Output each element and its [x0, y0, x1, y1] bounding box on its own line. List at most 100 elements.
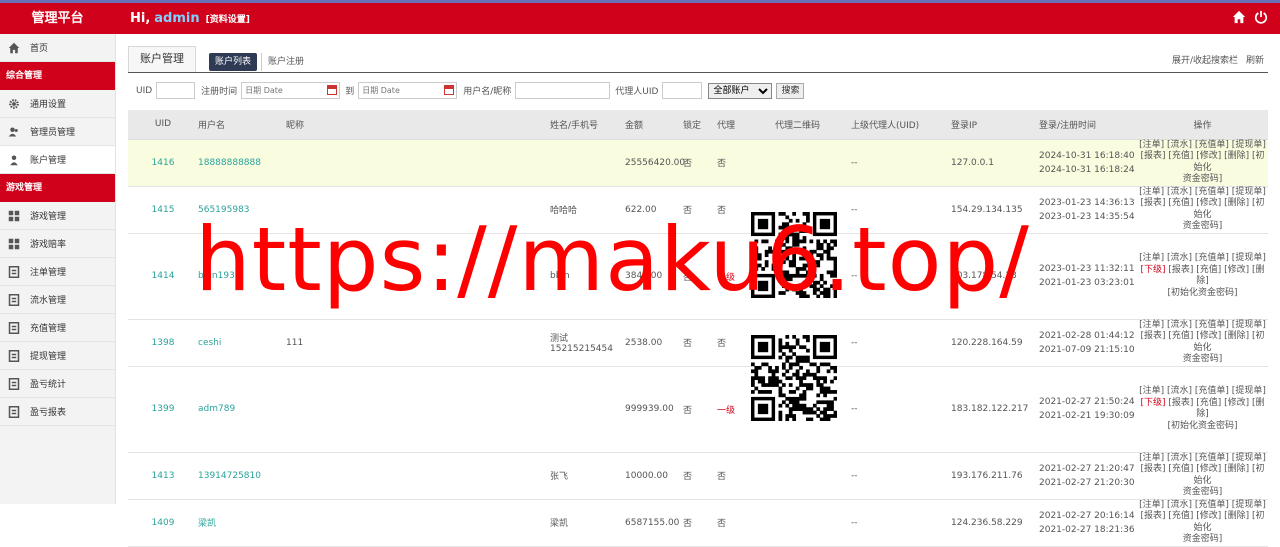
table-row: 1398 ceshi 111 测试 15215215454 2538.00 否否 -- 120.…	[128, 319, 1268, 367]
cell-name-phone: 梁凯	[550, 499, 625, 547]
tab-account-register[interactable]: 账户注册	[261, 53, 310, 71]
search-button[interactable]: 搜索	[776, 82, 805, 99]
col-uid: UID	[128, 110, 198, 140]
agent-uid-input[interactable]	[662, 82, 703, 99]
cell-actions[interactable]: [注单] [流水] [充值单] [提现单] [下级] [报表] [充值] [修改]…	[1137, 233, 1268, 320]
uid-input[interactable]	[156, 82, 196, 99]
power-icon[interactable]	[1254, 10, 1268, 24]
calendar-icon[interactable]	[444, 85, 455, 95]
register-time: 2024-10-31 16:18:24	[1039, 164, 1135, 175]
sidebar-section-games: 游戏管理	[0, 174, 115, 202]
subordinate-link[interactable]: [下级]	[1140, 398, 1165, 408]
name-input[interactable]	[515, 82, 611, 99]
date-to-input[interactable]	[358, 82, 458, 99]
refresh-link[interactable]: 刷新	[1246, 53, 1264, 66]
account-type-select[interactable]: 全部账户	[708, 82, 773, 99]
cell-actions[interactable]: [注单] [流水] [充值单] [提现单] [报表] [充值] [修改] [删除]…	[1137, 499, 1268, 547]
calendar-icon[interactable]	[327, 85, 338, 95]
sidebar-item-odds[interactable]: 游戏赔率	[0, 230, 115, 258]
actions-line3[interactable]: 资金密码]	[1137, 221, 1268, 233]
cell-amount: 999939.00	[625, 366, 683, 453]
actions-line1[interactable]: [注单] [流水] [充值单] [提现单]	[1137, 140, 1268, 152]
cell-actions[interactable]: [注单] [流水] [充值单] [提现单] [报表] [充值] [修改] [删除]…	[1137, 139, 1268, 187]
actions-line2[interactable]: [报表] [充值] [修改] [删除] [初始化	[1137, 151, 1268, 174]
list-icon	[8, 349, 20, 362]
actions-line1[interactable]: [注单] [流水] [充值单] [提现单]	[1137, 187, 1268, 199]
actions-line2-text[interactable]: [报表] [充值] [修改] [删除] [初始化	[1140, 151, 1264, 173]
cell-username[interactable]: 梁凯	[198, 499, 286, 547]
tab-bar: 账户管理 账户列表 账户注册 展开/收起搜索栏 刷新	[128, 46, 1268, 73]
top-header: 管理平台 Hi, admin [资料设置]	[0, 3, 1280, 34]
cell-username[interactable]: ceshi	[198, 319, 286, 367]
toggle-search-link[interactable]: 展开/收起搜索栏	[1172, 53, 1238, 66]
table-header-row: UID 用户名 昵称 姓名/手机号 金额 锁定 代理 代理二维码 上级代理人(U…	[128, 110, 1268, 140]
sidebar-item-label: 管理员管理	[30, 128, 76, 138]
cell-username[interactable]: 18888888888	[198, 139, 286, 187]
sidebar-item-bets[interactable]: 注单管理	[0, 258, 115, 286]
sidebar-item-withdraw[interactable]: 提现管理	[0, 342, 115, 370]
actions-line1[interactable]: [注单] [流水] [充值单] [提现单]	[1137, 453, 1268, 465]
actions-line1[interactable]: [注单] [流水] [充值单] [提现单]	[1137, 500, 1268, 512]
actions-line3[interactable]: 资金密码]	[1137, 534, 1268, 546]
actions-line2-text[interactable]: [报表] [充值] [修改] [删除] [初始化	[1140, 464, 1264, 486]
actions-line1[interactable]: [注单] [流水] [充值单] [提现单]	[1137, 253, 1268, 265]
sidebar-item-home[interactable]: 首页	[0, 34, 115, 62]
cell-actions[interactable]: [注单] [流水] [充值单] [提现单] [报表] [充值] [修改] [删除]…	[1137, 186, 1268, 234]
list-icon	[8, 405, 20, 418]
actions-line1[interactable]: [注单] [流水] [充值单] [提现单]	[1137, 320, 1268, 332]
subordinate-link[interactable]: [下级]	[1140, 265, 1165, 275]
actions-line2-text[interactable]: [报表] [充值] [修改] [删除] [初始化	[1140, 331, 1264, 353]
username-link[interactable]: admin	[154, 11, 199, 26]
tab-account-list[interactable]: 账户列表	[209, 53, 258, 71]
actions-line2-text[interactable]: [报表] [充值] [修改] [删除] [初始化	[1140, 198, 1264, 220]
actions-line2-text[interactable]: [报表] [充值] [修改] [删除] [初始化	[1140, 511, 1264, 533]
sidebar-item-flow[interactable]: 流水管理	[0, 286, 115, 314]
actions-line3[interactable]: 资金密码]	[1137, 174, 1268, 186]
actions-line2[interactable]: [报表] [充值] [修改] [删除] [初始化	[1137, 511, 1268, 534]
actions-line2[interactable]: [报表] [充值] [修改] [删除] [初始化	[1137, 464, 1268, 487]
actions-line3[interactable]: 资金密码]	[1137, 354, 1268, 366]
cell-lock: 否	[683, 139, 717, 187]
reg-time-label: 注册时间	[201, 87, 238, 97]
cell-actions[interactable]: [注单] [流水] [充值单] [提现单] [下级] [报表] [充值] [修改]…	[1137, 366, 1268, 453]
register-time: 2021-02-27 18:21:36	[1039, 524, 1135, 535]
actions-line2-text[interactable]: [报表] [充值] [修改] [删除]	[1166, 265, 1264, 287]
sidebar-item-pl-report[interactable]: 盈亏报表	[0, 398, 115, 426]
sidebar-item-games[interactable]: 游戏管理	[0, 202, 115, 230]
actions-line1[interactable]: [注单] [流水] [充值单] [提现单]	[1137, 386, 1268, 398]
actions-line2[interactable]: [报表] [充值] [修改] [删除] [初始化	[1137, 331, 1268, 354]
actions-line2-text[interactable]: [报表] [充值] [修改] [删除]	[1166, 398, 1264, 420]
actions-line2[interactable]: [下级] [报表] [充值] [修改] [删除]	[1137, 398, 1268, 421]
cell-agent-qr	[775, 499, 851, 547]
actions-line2[interactable]: [下级] [报表] [充值] [修改] [删除]	[1137, 265, 1268, 288]
profile-settings-link[interactable]: [资料设置]	[206, 15, 250, 25]
sidebar-item-recharge[interactable]: 充值管理	[0, 314, 115, 342]
login-time: 2021-02-27 21:20:47	[1039, 463, 1135, 474]
actions-line2[interactable]: [报表] [充值] [修改] [删除] [初始化	[1137, 198, 1268, 221]
sidebar-item-admins[interactable]: 管理员管理	[0, 118, 115, 146]
list-icon	[8, 321, 20, 334]
cell-times: 2024-10-31 16:18:40 2024-10-31 16:18:24	[1039, 139, 1137, 187]
login-time: 2023-01-23 11:32:11	[1039, 264, 1135, 274]
brand-title: 管理平台	[31, 11, 84, 26]
tab-account-management[interactable]: 账户管理	[128, 46, 196, 72]
cell-username[interactable]: 13914725810	[198, 452, 286, 500]
sidebar-item-settings[interactable]: 通用设置	[0, 90, 115, 118]
cell-username[interactable]: adm789	[198, 366, 286, 453]
col-agent: 代理	[717, 110, 775, 140]
sidebar-item-accounts[interactable]: 账户管理	[0, 146, 115, 174]
sidebar-item-pl-stats[interactable]: 盈亏统计	[0, 370, 115, 398]
cell-actions[interactable]: [注单] [流水] [充值单] [提现单] [报表] [充值] [修改] [删除]…	[1137, 452, 1268, 500]
cell-parent-agent: --	[851, 366, 951, 453]
actions-line3[interactable]: [初始化资金密码]	[1137, 421, 1268, 433]
login-time: 2023-01-23 14:36:13	[1039, 197, 1135, 208]
date-from-input[interactable]	[241, 82, 341, 99]
actions-line3[interactable]: 资金密码]	[1137, 487, 1268, 499]
cell-actions[interactable]: [注单] [流水] [充值单] [提现单] [报表] [充值] [修改] [删除]…	[1137, 319, 1268, 367]
agent-qr-code[interactable]	[751, 335, 838, 422]
actions-line3[interactable]: [初始化资金密码]	[1137, 288, 1268, 300]
sidebar-item-label: 提现管理	[30, 352, 67, 362]
cell-times: 2023-01-23 14:36:13 2023-01-23 14:35:54	[1039, 186, 1137, 234]
cell-amount: 6587155.00	[625, 499, 683, 547]
home-icon[interactable]	[1232, 10, 1246, 24]
